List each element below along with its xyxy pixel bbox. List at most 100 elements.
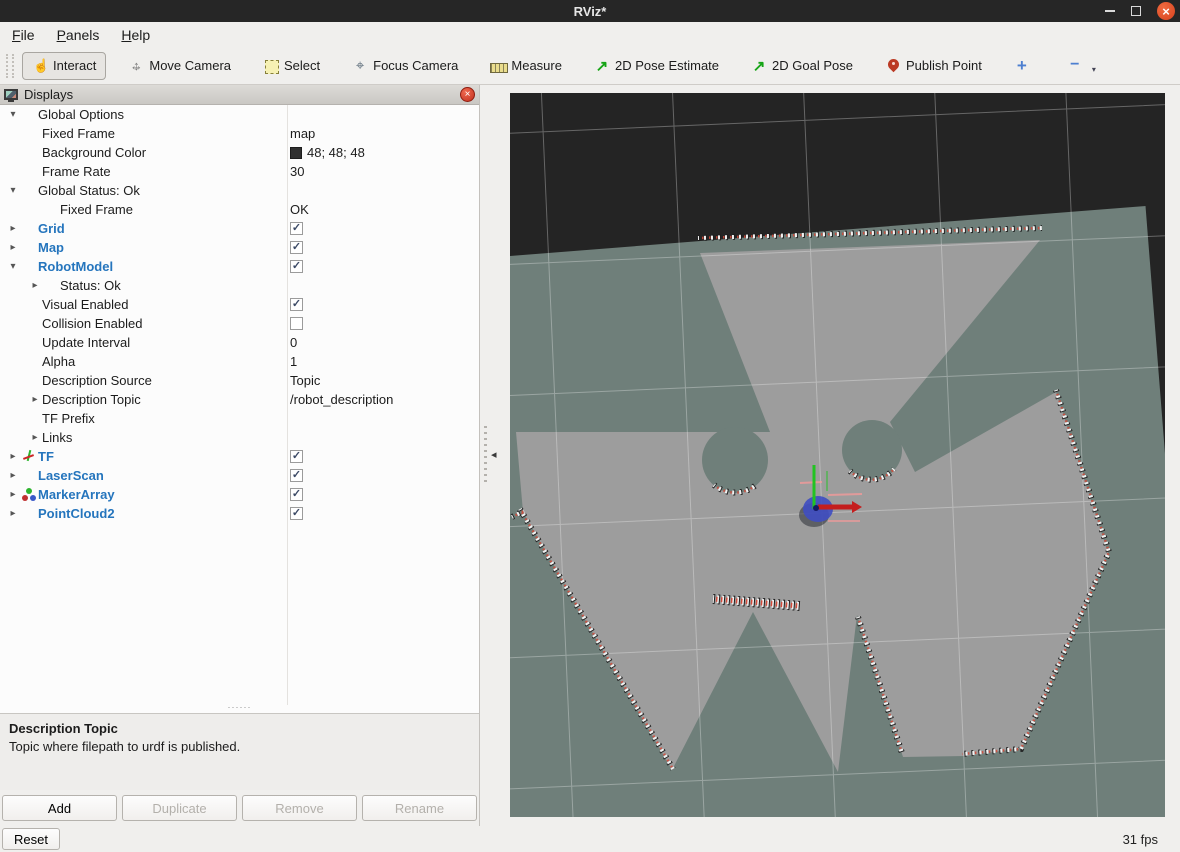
remove-button[interactable]: Remove bbox=[242, 795, 357, 821]
rename-button[interactable]: Rename bbox=[362, 795, 477, 821]
display-row-pointcloud2[interactable]: ▸PointCloud2 bbox=[0, 504, 479, 523]
row-value-cell[interactable]: 30 bbox=[287, 162, 479, 181]
row-value-cell[interactable] bbox=[287, 447, 479, 466]
panel-close-icon[interactable]: × bbox=[460, 87, 475, 102]
toolbar-button-interact[interactable]: Interact bbox=[22, 52, 106, 80]
checkbox[interactable] bbox=[290, 469, 303, 482]
checkbox[interactable] bbox=[290, 317, 303, 330]
row-value[interactable]: 1 bbox=[290, 354, 297, 369]
row-value-cell[interactable] bbox=[287, 466, 479, 485]
display-row-markerarray[interactable]: ▸MarkerArray bbox=[0, 485, 479, 504]
toolbar-button-measure[interactable]: Measure bbox=[480, 52, 572, 80]
display-row-grid[interactable]: ▸Grid bbox=[0, 219, 479, 238]
row-value[interactable]: /robot_description bbox=[290, 392, 393, 407]
row-value-cell[interactable] bbox=[287, 238, 479, 257]
display-row-global-status-ok[interactable]: ▾Global Status: Ok bbox=[0, 181, 479, 200]
row-value-cell[interactable] bbox=[287, 428, 479, 447]
display-row-tf-prefix[interactable]: TF Prefix bbox=[0, 409, 479, 428]
row-value[interactable]: 0 bbox=[290, 335, 297, 350]
display-row-laserscan[interactable]: ▸LaserScan bbox=[0, 466, 479, 485]
display-row-fixed-frame[interactable]: Fixed Framemap bbox=[0, 124, 479, 143]
row-value-cell[interactable] bbox=[287, 409, 479, 428]
toolbar-button-select[interactable]: Select bbox=[253, 52, 330, 80]
displays-panel-header[interactable]: Displays × bbox=[0, 85, 479, 105]
row-value-cell[interactable]: Topic bbox=[287, 371, 479, 390]
splitter-handle[interactable] bbox=[484, 426, 487, 486]
row-value-cell[interactable] bbox=[287, 295, 479, 314]
toolbar-button-2d-goal-pose[interactable]: 2D Goal Pose bbox=[741, 52, 863, 80]
expander-expanded[interactable]: ▾ bbox=[6, 261, 20, 272]
expander-collapsed[interactable]: ▸ bbox=[6, 508, 20, 519]
display-row-collision-enabled[interactable]: Collision Enabled bbox=[0, 314, 479, 333]
display-row-description-source[interactable]: Description SourceTopic bbox=[0, 371, 479, 390]
reset-button[interactable]: Reset bbox=[2, 828, 60, 850]
row-value-cell[interactable] bbox=[287, 485, 479, 504]
row-value-cell[interactable] bbox=[287, 105, 479, 124]
row-value-cell[interactable] bbox=[287, 314, 479, 333]
row-value[interactable]: 48; 48; 48 bbox=[307, 145, 365, 160]
expander-collapsed[interactable]: ▸ bbox=[28, 432, 42, 443]
display-row-robotmodel[interactable]: ▾RobotModel bbox=[0, 257, 479, 276]
display-row-tf[interactable]: ▸TF bbox=[0, 447, 479, 466]
expander-collapsed[interactable]: ▸ bbox=[6, 242, 20, 253]
row-value-cell[interactable] bbox=[287, 276, 479, 295]
row-value-cell[interactable]: 48; 48; 48 bbox=[287, 143, 479, 162]
display-row-map[interactable]: ▸Map bbox=[0, 238, 479, 257]
checkbox[interactable] bbox=[290, 222, 303, 235]
row-value-cell[interactable] bbox=[287, 504, 479, 523]
expander-collapsed[interactable]: ▸ bbox=[6, 489, 20, 500]
toolbar-button-publish-point[interactable]: Publish Point bbox=[875, 52, 992, 80]
panel-splitter[interactable]: ◂ bbox=[480, 85, 510, 826]
checkbox[interactable] bbox=[290, 241, 303, 254]
row-value[interactable]: Topic bbox=[290, 373, 320, 388]
toolbar-button-plus[interactable] bbox=[1004, 52, 1045, 80]
display-row-frame-rate[interactable]: Frame Rate30 bbox=[0, 162, 479, 181]
expander-expanded[interactable]: ▾ bbox=[6, 109, 20, 120]
display-row-links[interactable]: ▸Links bbox=[0, 428, 479, 447]
checkbox[interactable] bbox=[290, 488, 303, 501]
checkbox[interactable] bbox=[290, 507, 303, 520]
close-icon[interactable]: × bbox=[1157, 2, 1175, 20]
row-value-cell[interactable]: map bbox=[287, 124, 479, 143]
display-row-background-color[interactable]: Background Color48; 48; 48 bbox=[0, 143, 479, 162]
display-row-alpha[interactable]: Alpha1 bbox=[0, 352, 479, 371]
row-value-cell[interactable]: OK bbox=[287, 200, 479, 219]
expander-collapsed[interactable]: ▸ bbox=[6, 470, 20, 481]
display-row-global-options[interactable]: ▾Global Options bbox=[0, 105, 479, 124]
horizontal-splitter[interactable]: ······ bbox=[0, 705, 479, 713]
duplicate-button[interactable]: Duplicate bbox=[122, 795, 237, 821]
menu-item-file[interactable]: File bbox=[12, 27, 35, 43]
expander-collapsed[interactable]: ▸ bbox=[28, 394, 42, 405]
row-value-cell[interactable]: 1 bbox=[287, 352, 479, 371]
add-button[interactable]: Add bbox=[2, 795, 117, 821]
row-value-cell[interactable]: /robot_description bbox=[287, 390, 479, 409]
minimize-icon[interactable] bbox=[1105, 10, 1115, 12]
3d-viewport[interactable] bbox=[510, 93, 1165, 817]
row-value[interactable]: map bbox=[290, 126, 315, 141]
expander-collapsed[interactable]: ▸ bbox=[6, 451, 20, 462]
toolbar-button-focus-camera[interactable]: Focus Camera bbox=[342, 52, 468, 80]
expander-collapsed[interactable]: ▸ bbox=[28, 280, 42, 291]
collapse-panel-icon[interactable]: ◂ bbox=[491, 448, 497, 461]
row-value-cell[interactable] bbox=[287, 181, 479, 200]
menu-item-help[interactable]: Help bbox=[121, 27, 150, 43]
expander-collapsed[interactable]: ▸ bbox=[6, 223, 20, 234]
row-value[interactable]: OK bbox=[290, 202, 309, 217]
toolbar-button-move-camera[interactable]: Move Camera bbox=[118, 52, 241, 80]
checkbox[interactable] bbox=[290, 450, 303, 463]
row-value[interactable]: 30 bbox=[290, 164, 304, 179]
row-value-cell[interactable]: 0 bbox=[287, 333, 479, 352]
expander-expanded[interactable]: ▾ bbox=[6, 185, 20, 196]
toolbar-button-2d-pose-estimate[interactable]: 2D Pose Estimate bbox=[584, 52, 729, 80]
toolbar-button-minus[interactable]: ▾ bbox=[1057, 52, 1106, 80]
checkbox[interactable] bbox=[290, 260, 303, 273]
row-value-cell[interactable] bbox=[287, 219, 479, 238]
display-row-visual-enabled[interactable]: Visual Enabled bbox=[0, 295, 479, 314]
row-value-cell[interactable] bbox=[287, 257, 479, 276]
menu-item-panels[interactable]: Panels bbox=[57, 27, 100, 43]
toolbar-drag-handle[interactable] bbox=[6, 54, 14, 78]
display-row-update-interval[interactable]: Update Interval0 bbox=[0, 333, 479, 352]
display-row-fixed-frame[interactable]: Fixed FrameOK bbox=[0, 200, 479, 219]
display-row-description-topic[interactable]: ▸Description Topic/robot_description bbox=[0, 390, 479, 409]
display-row-status-ok[interactable]: ▸Status: Ok bbox=[0, 276, 479, 295]
